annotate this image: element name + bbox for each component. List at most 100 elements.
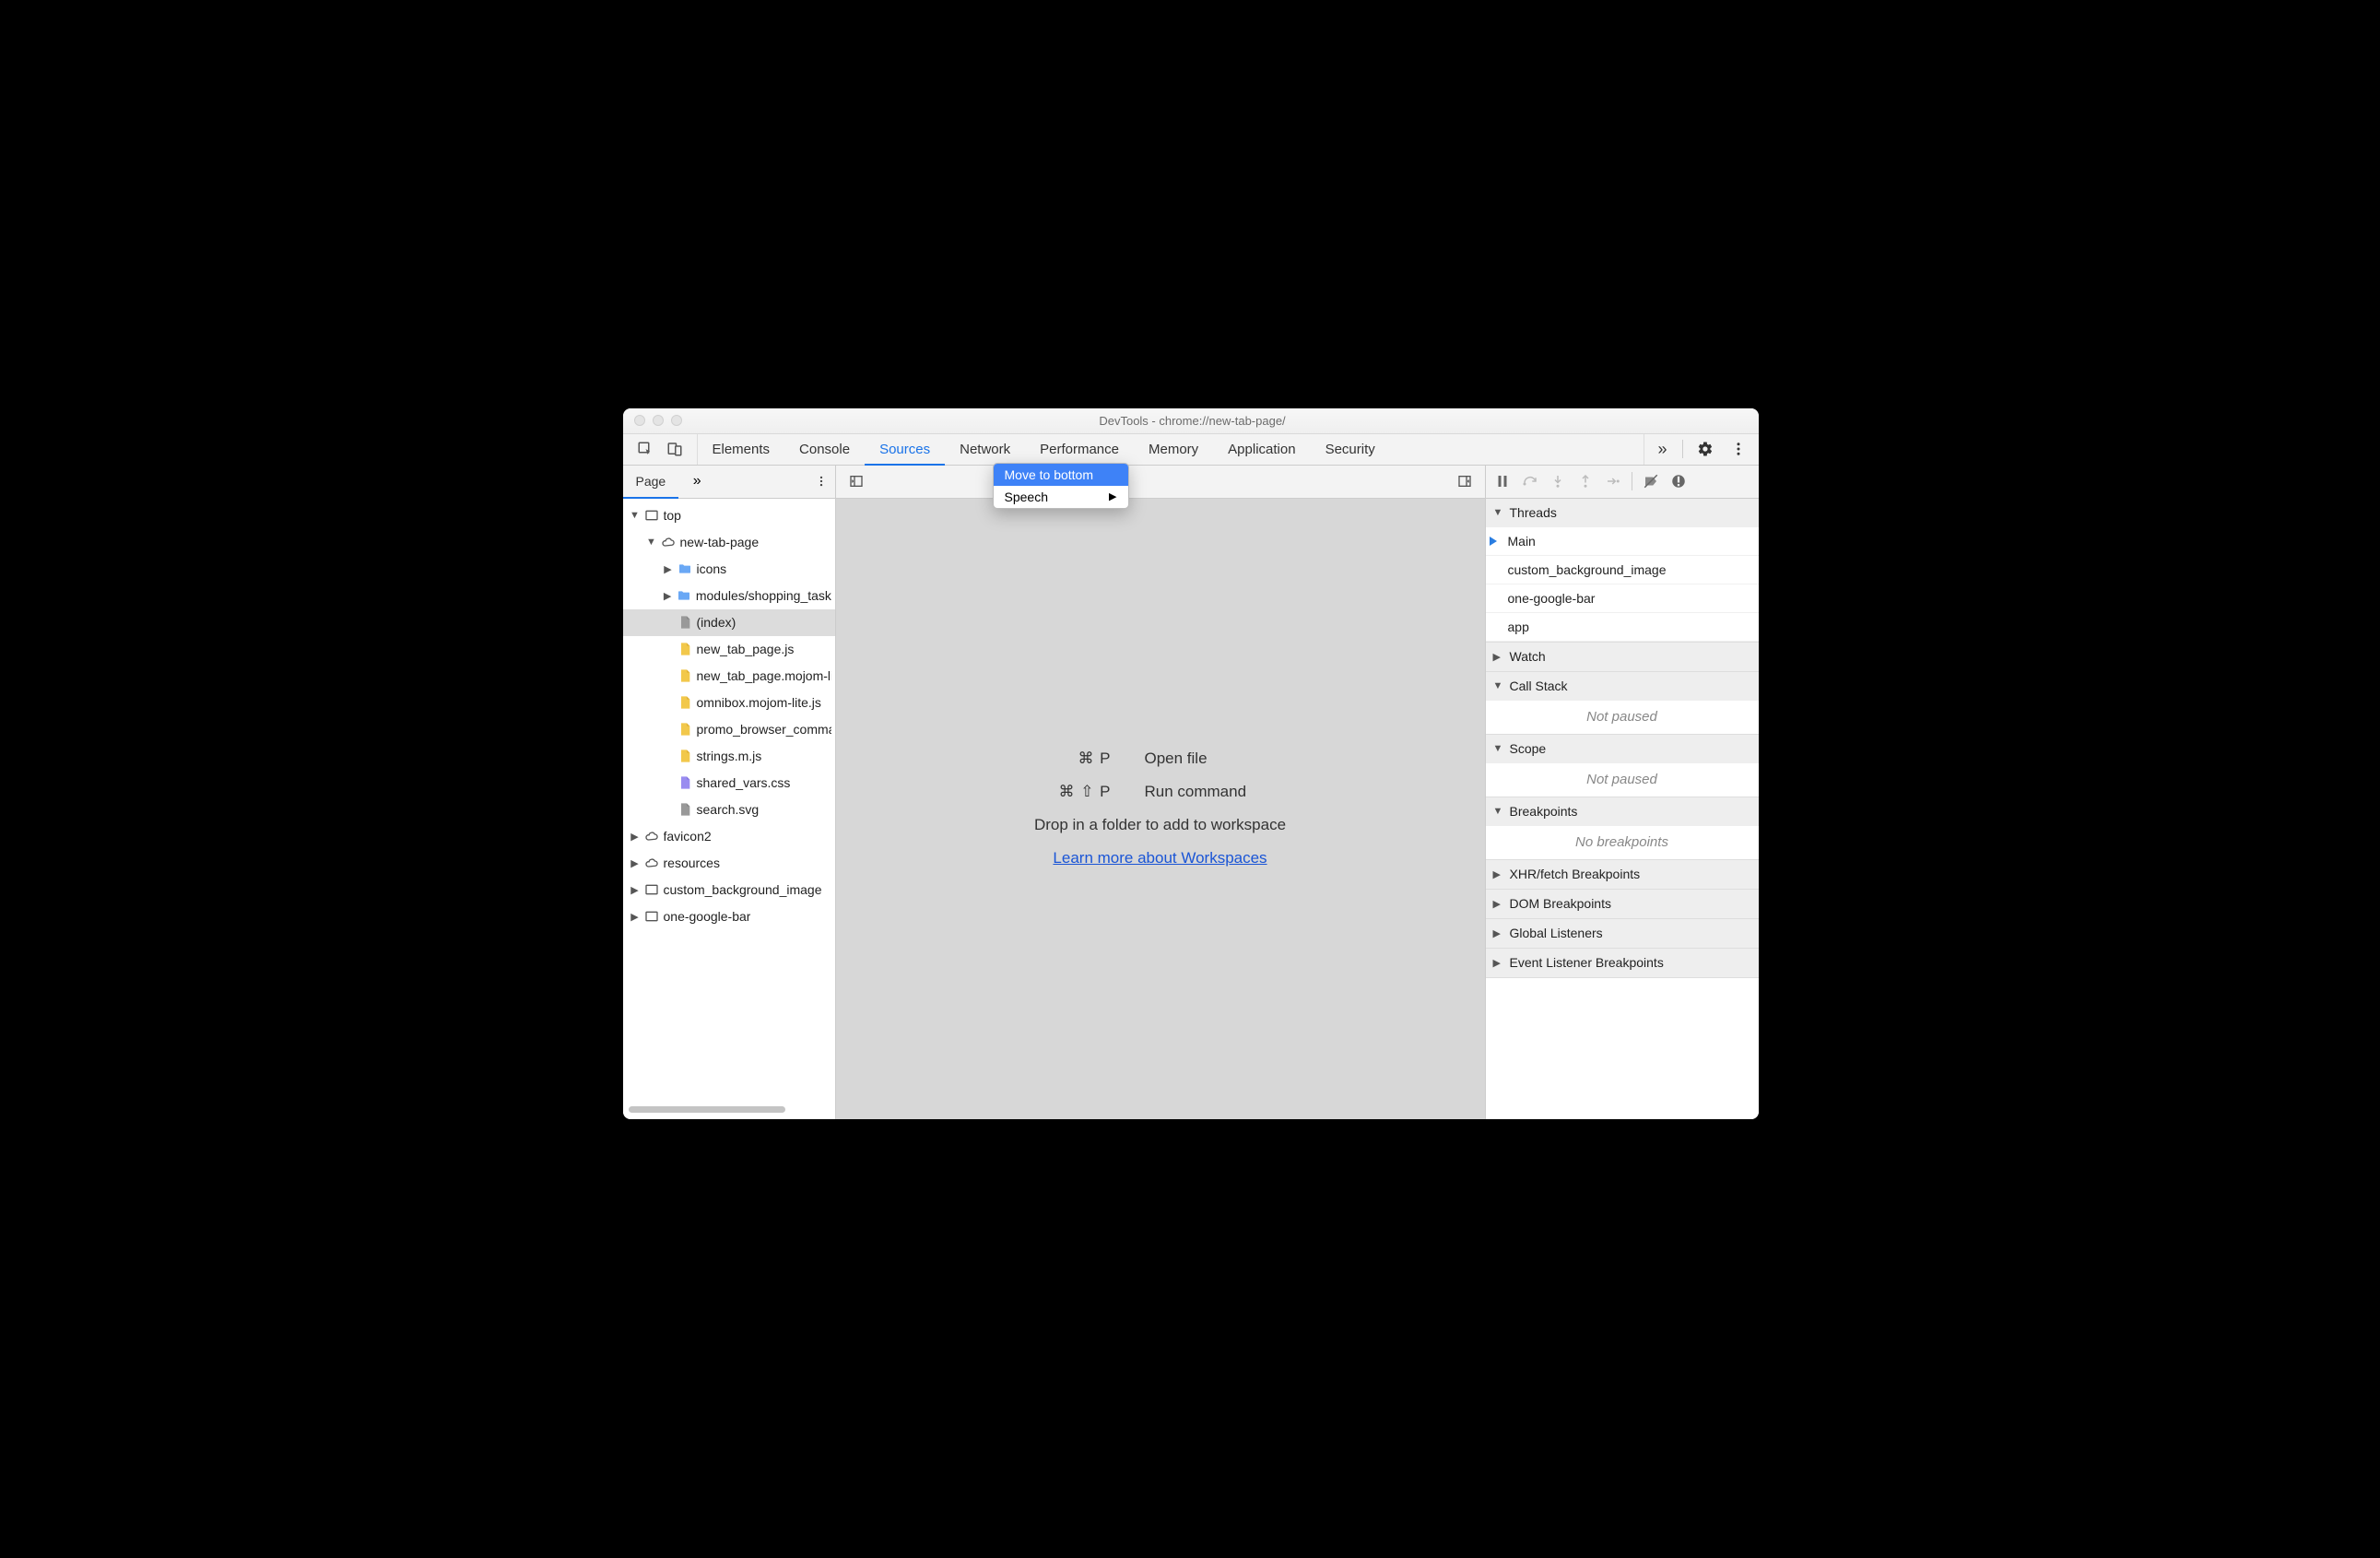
tree-item-label: one-google-bar: [664, 909, 751, 924]
page-tab[interactable]: Page: [623, 466, 679, 498]
dom-section-header[interactable]: ▶DOM Breakpoints: [1486, 890, 1759, 918]
context-menu-item[interactable]: Speech▶: [994, 486, 1128, 508]
pause-icon[interactable]: [1490, 468, 1515, 494]
hide-debugger-icon[interactable]: [1450, 466, 1479, 497]
breakpoints-placeholder: No breakpoints: [1486, 826, 1759, 859]
tree-item-label: shared_vars.css: [697, 775, 791, 790]
folder-icon: [677, 561, 693, 577]
tab-sources[interactable]: Sources: [865, 434, 945, 465]
step-out-icon[interactable]: [1573, 468, 1598, 494]
tab-security[interactable]: Security: [1311, 434, 1390, 465]
tree-item-label: resources: [664, 856, 720, 870]
tree-item[interactable]: ▶icons: [623, 556, 835, 583]
tree-item-label: new_tab_page.js: [697, 642, 795, 656]
tree-item-label: new_tab_page.mojom-lite.js: [697, 668, 831, 683]
tab-elements[interactable]: Elements: [698, 434, 785, 465]
tree-item-label: (index): [697, 615, 736, 630]
tab-application[interactable]: Application: [1213, 434, 1310, 465]
tree-item[interactable]: ▶ resources: [623, 850, 835, 877]
deactivate-breakpoints-icon[interactable]: [1638, 468, 1664, 494]
breakpoints-section-header[interactable]: ▼Breakpoints: [1486, 797, 1759, 826]
tree-item[interactable]: shared_vars.css: [623, 770, 835, 797]
tab-performance[interactable]: Performance: [1025, 434, 1134, 465]
devtools-tabbar: ElementsConsoleSourcesNetworkPerformance…: [623, 434, 1759, 466]
tree-item[interactable]: ▶custom_background_image: [623, 877, 835, 903]
tree-item[interactable]: (index): [623, 609, 835, 636]
tree-item[interactable]: ▶modules/shopping_tasks: [623, 583, 835, 609]
thread-item[interactable]: app: [1486, 613, 1759, 642]
disclosure-triangle-icon[interactable]: ▼: [645, 537, 658, 548]
kebab-menu-icon[interactable]: [1724, 433, 1753, 465]
thread-item[interactable]: Main: [1486, 527, 1759, 556]
tree-item[interactable]: search.svg: [623, 797, 835, 823]
tab-console[interactable]: Console: [784, 434, 865, 465]
tree-item-label: omnibox.mojom-lite.js: [697, 695, 821, 710]
folder-icon: [676, 587, 692, 604]
disclosure-triangle-icon[interactable]: ▼: [629, 510, 642, 521]
editor-pane: ⌘ P Open file ⌘ ⇧ P Run command Drop in …: [836, 466, 1486, 1119]
disclosure-triangle-icon[interactable]: ▶: [629, 857, 642, 869]
context-menu-item[interactable]: Move to bottom: [994, 464, 1128, 486]
zoom-window-button[interactable]: [671, 415, 682, 426]
tree-item[interactable]: ▶ favicon2: [623, 823, 835, 850]
cloud-icon: [643, 828, 660, 844]
event-section-header[interactable]: ▶Event Listener Breakpoints: [1486, 949, 1759, 977]
tree-item-label: favicon2: [664, 829, 712, 844]
callstack-placeholder: Not paused: [1486, 701, 1759, 734]
tree-item[interactable]: ▼top: [623, 502, 835, 529]
thread-item[interactable]: custom_background_image: [1486, 556, 1759, 584]
cloud-icon: [660, 534, 677, 550]
shortcut-keys: ⌘ ⇧ P: [992, 783, 1112, 801]
js-icon: [677, 667, 693, 684]
threads-section-header[interactable]: ▼Threads: [1486, 499, 1759, 527]
tree-item[interactable]: new_tab_page.mojom-lite.js: [623, 663, 835, 690]
frame-icon: [643, 908, 660, 925]
tree-item[interactable]: new_tab_page.js: [623, 636, 835, 663]
inspect-element-icon[interactable]: [630, 433, 660, 465]
close-window-button[interactable]: [634, 415, 645, 426]
tree-item[interactable]: strings.m.js: [623, 743, 835, 770]
settings-icon[interactable]: [1691, 433, 1720, 465]
xhr-section-header[interactable]: ▶XHR/fetch Breakpoints: [1486, 860, 1759, 889]
disclosure-triangle-icon[interactable]: ▶: [662, 590, 674, 602]
hide-navigator-icon[interactable]: [842, 466, 871, 497]
step-into-icon[interactable]: [1545, 468, 1571, 494]
disclosure-triangle-icon[interactable]: ▶: [662, 563, 675, 575]
device-toolbar-icon[interactable]: [660, 433, 689, 465]
file-tree[interactable]: ▼top▼new-tab-page▶icons▶modules/shopping…: [623, 499, 835, 1101]
disclosure-triangle-icon[interactable]: ▶: [629, 831, 642, 843]
js-icon: [677, 748, 693, 764]
more-tabs-button[interactable]: »: [1650, 440, 1674, 459]
disclosure-triangle-icon[interactable]: ▶: [629, 911, 642, 923]
horizontal-scrollbar[interactable]: [623, 1101, 835, 1119]
context-menu: Move to bottomSpeech▶: [993, 463, 1129, 509]
tree-item[interactable]: promo_browser_command.mojom-lite.js: [623, 716, 835, 743]
pause-exceptions-icon[interactable]: [1666, 468, 1691, 494]
window-controls: [623, 415, 682, 426]
navigator-more-tabs[interactable]: »: [678, 466, 715, 498]
navigator-menu-icon[interactable]: [807, 466, 835, 498]
tree-item[interactable]: ▶ one-google-bar: [623, 903, 835, 930]
drop-folder-hint: Drop in a folder to add to workspace: [1034, 816, 1286, 834]
watch-section-header[interactable]: ▶Watch: [1486, 643, 1759, 671]
shortcut-label: Open file: [1145, 749, 1329, 768]
tree-item[interactable]: ▼ new-tab-page: [623, 529, 835, 556]
tree-item[interactable]: omnibox.mojom-lite.js: [623, 690, 835, 716]
shortcut-label: Run command: [1145, 783, 1329, 801]
step-over-icon[interactable]: [1517, 468, 1543, 494]
disclosure-triangle-icon[interactable]: ▶: [629, 884, 642, 896]
js-icon: [677, 721, 693, 738]
workspaces-link[interactable]: Learn more about Workspaces: [1053, 849, 1267, 868]
thread-item[interactable]: one-google-bar: [1486, 584, 1759, 613]
step-icon[interactable]: [1600, 468, 1626, 494]
tree-item-label: new-tab-page: [680, 535, 760, 549]
minimize-window-button[interactable]: [653, 415, 664, 426]
editor-empty-state: ⌘ P Open file ⌘ ⇧ P Run command Drop in …: [836, 499, 1485, 1119]
global-section-header[interactable]: ▶Global Listeners: [1486, 919, 1759, 948]
tree-item-label: search.svg: [697, 802, 760, 817]
tab-memory[interactable]: Memory: [1134, 434, 1213, 465]
callstack-section-header[interactable]: ▼Call Stack: [1486, 672, 1759, 701]
tab-network[interactable]: Network: [945, 434, 1025, 465]
tree-item-label: strings.m.js: [697, 749, 762, 763]
scope-section-header[interactable]: ▼Scope: [1486, 735, 1759, 763]
